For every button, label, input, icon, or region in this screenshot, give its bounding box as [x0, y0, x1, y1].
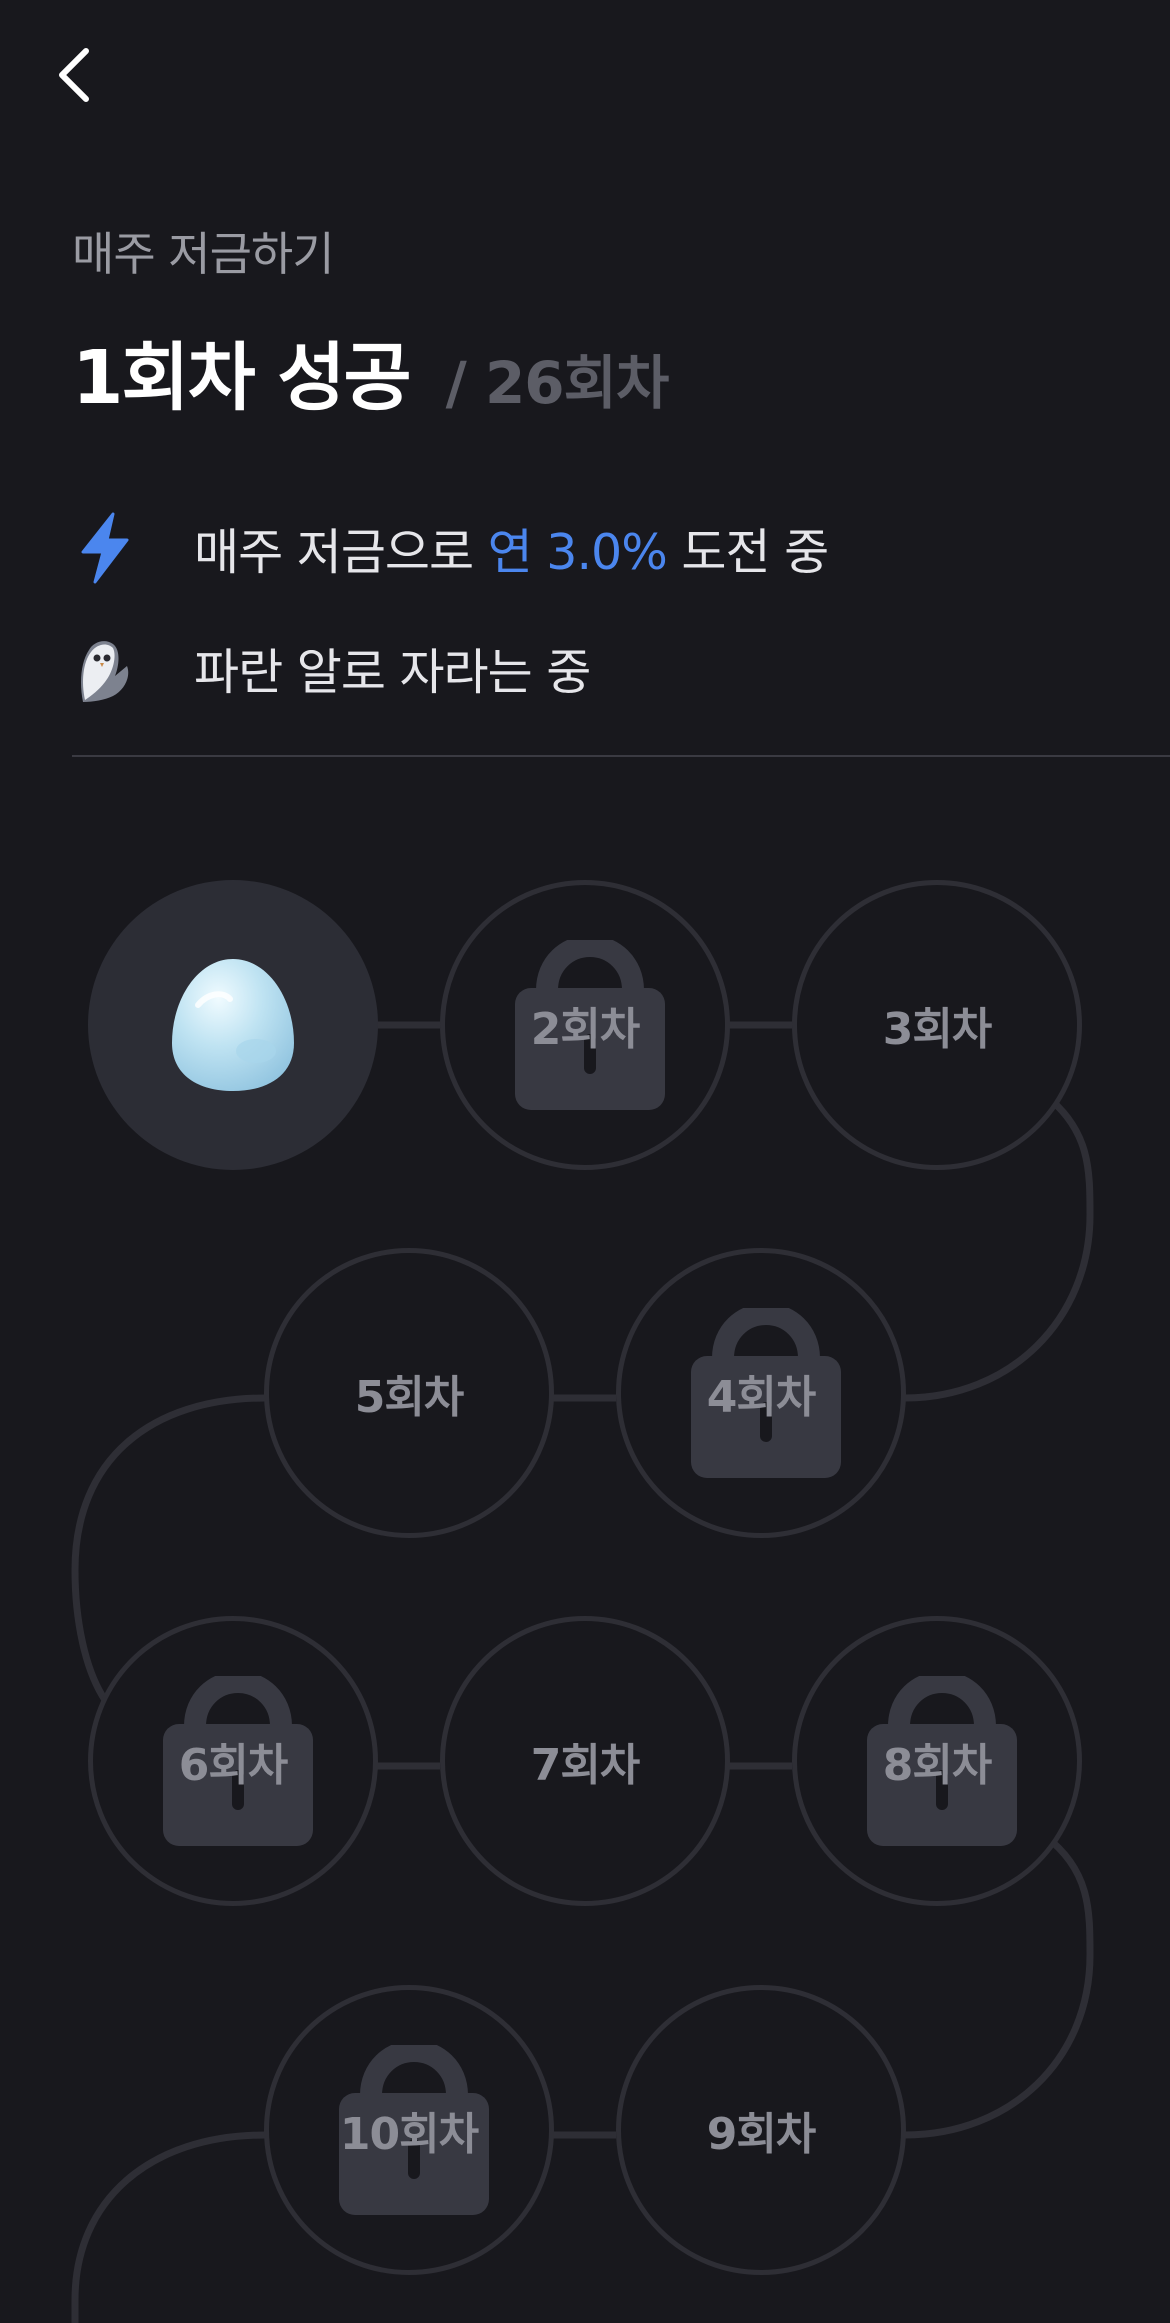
round-4-node[interactable]: 4회차: [616, 1248, 906, 1538]
blue-egg-icon: [172, 959, 294, 1091]
round-9-label: 9회차: [706, 2109, 817, 2160]
round-3-node[interactable]: 3회차: [792, 880, 1082, 1170]
round-7-node[interactable]: 7회차: [440, 1616, 730, 1906]
round-7-label: 7회차: [530, 1740, 641, 1791]
round-5-label: 5회차: [354, 1372, 465, 1423]
round-2-node[interactable]: 2회차: [440, 880, 730, 1170]
round-9-node[interactable]: 9회차: [616, 1985, 906, 2275]
round-3-label: 3회차: [882, 1004, 993, 1055]
round-8-node[interactable]: 8회차: [792, 1616, 1082, 1906]
round-4-label: 4회차: [706, 1372, 817, 1423]
round-10-node[interactable]: 10회차: [264, 1985, 554, 2275]
round-5-node[interactable]: 5회차: [264, 1248, 554, 1538]
round-6-label: 6회차: [178, 1740, 289, 1791]
round-2-label: 2회차: [530, 1004, 641, 1055]
round-8-label: 8회차: [882, 1740, 993, 1791]
round-10-label: 10회차: [339, 2109, 479, 2160]
round-6-node[interactable]: 6회차: [88, 1616, 378, 1906]
round-1-node[interactable]: [88, 880, 378, 1170]
